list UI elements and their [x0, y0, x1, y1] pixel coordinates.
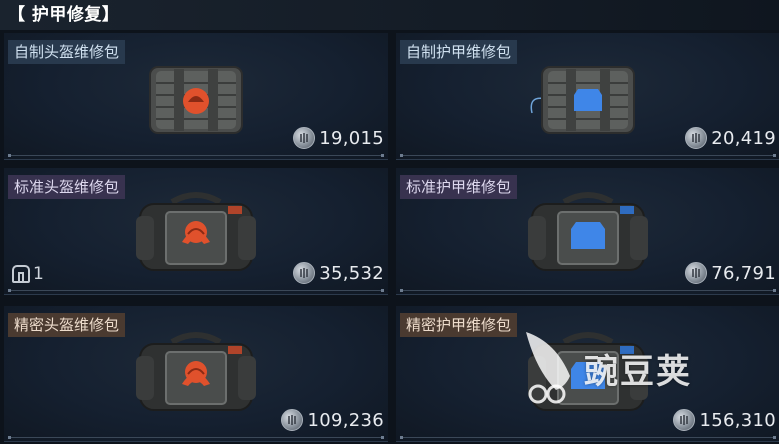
- item-card-homemade-armor-kit[interactable]: 自制护甲维修包 20,419: [396, 33, 779, 160]
- pouch-image: [530, 66, 635, 134]
- coin-icon: [685, 262, 708, 284]
- bag-image: [528, 192, 648, 271]
- item-card-standard-helmet-kit[interactable]: 标准头盔维修包 1 35,532: [4, 168, 388, 295]
- coin-icon: [293, 127, 316, 149]
- item-card-homemade-helmet-kit[interactable]: 自制头盔维修包 19,015: [4, 33, 388, 160]
- card-divider: [400, 436, 776, 439]
- pouch-image: [149, 66, 243, 134]
- price: 156,310: [673, 409, 776, 431]
- card-divider: [8, 436, 384, 439]
- coin-icon: [281, 409, 304, 431]
- item-card-precise-armor-kit[interactable]: 精密护甲维修包 156,310: [396, 306, 779, 442]
- price-value: 35,532: [319, 262, 384, 284]
- price-value: 20,419: [711, 127, 776, 149]
- item-name: 标准护甲维修包: [400, 175, 518, 199]
- item-card-precise-helmet-kit[interactable]: 精密头盔维修包 109,236: [4, 306, 388, 442]
- bag-image: [136, 332, 256, 411]
- backpack-icon: [12, 265, 30, 283]
- item-name: 自制护甲维修包: [400, 40, 518, 64]
- item-name: 标准头盔维修包: [8, 175, 126, 199]
- coin-icon: [293, 262, 316, 284]
- bag-image: [136, 192, 256, 271]
- price: 76,791: [685, 262, 776, 284]
- price-value: 156,310: [699, 409, 776, 431]
- card-divider: [400, 289, 776, 292]
- item-name: 精密护甲维修包: [400, 313, 518, 337]
- stock-count: 1: [33, 264, 44, 284]
- section-title: 【 护甲修复】: [0, 0, 779, 30]
- price: 20,419: [685, 127, 776, 149]
- bag-image: [528, 332, 648, 411]
- armor-emblem-icon: [574, 89, 602, 111]
- card-divider: [400, 154, 776, 157]
- item-name: 自制头盔维修包: [8, 40, 126, 64]
- price-value: 19,015: [319, 127, 384, 149]
- coin-icon: [673, 409, 696, 431]
- price: 35,532: [293, 262, 384, 284]
- price: 19,015: [293, 127, 384, 149]
- card-divider: [8, 289, 384, 292]
- card-divider: [8, 154, 384, 157]
- coin-icon: [685, 127, 708, 149]
- item-name: 精密头盔维修包: [8, 313, 126, 337]
- price-value: 109,236: [307, 409, 384, 431]
- armor-emblem-icon: [571, 222, 605, 249]
- item-card-standard-armor-kit[interactable]: 标准护甲维修包 76,791: [396, 168, 779, 295]
- armor-emblem-icon: [571, 362, 605, 389]
- price: 109,236: [281, 409, 384, 431]
- price-value: 76,791: [711, 262, 776, 284]
- stock-indicator: 1: [12, 264, 44, 284]
